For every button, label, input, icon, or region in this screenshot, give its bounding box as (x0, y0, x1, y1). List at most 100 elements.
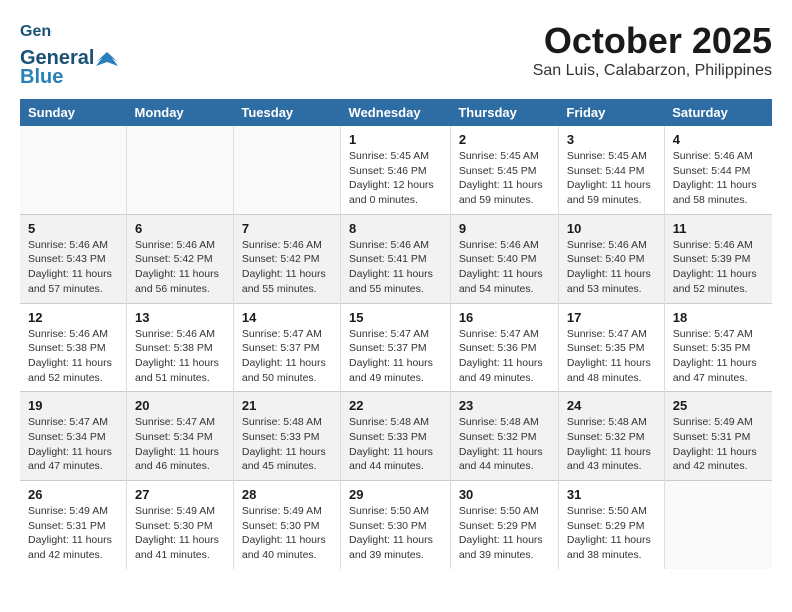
day-info: Sunrise: 5:46 AMSunset: 5:44 PMDaylight:… (673, 149, 764, 208)
day-info: Sunrise: 5:47 AMSunset: 5:35 PMDaylight:… (567, 327, 656, 386)
day-info: Sunrise: 5:47 AMSunset: 5:37 PMDaylight:… (349, 327, 442, 386)
day-info: Sunrise: 5:49 AMSunset: 5:30 PMDaylight:… (242, 504, 332, 563)
week-row-5: 26Sunrise: 5:49 AMSunset: 5:31 PMDayligh… (20, 481, 772, 569)
day-info: Sunrise: 5:49 AMSunset: 5:31 PMDaylight:… (673, 415, 764, 474)
day-info: Sunrise: 5:46 AMSunset: 5:38 PMDaylight:… (28, 327, 118, 386)
calendar-cell: 11 Sunrise: 5:46 AMSunset: 5:39 PMDayligh… (664, 214, 772, 303)
day-number: 12 (28, 310, 118, 325)
calendar-cell: 16Sunrise: 5:47 AMSunset: 5:36 PMDayligh… (450, 303, 558, 392)
day-info: Sunrise: 5:48 AMSunset: 5:33 PMDaylight:… (242, 415, 332, 474)
day-info: Sunrise: 5:48 AMSunset: 5:32 PMDaylight:… (567, 415, 656, 474)
calendar-cell: 10 Sunrise: 5:46 AMSunset: 5:40 PMDayligh… (558, 214, 664, 303)
day-info: Sunrise: 5:45 AMSunset: 5:45 PMDaylight:… (459, 149, 550, 208)
calendar-cell: 17Sunrise: 5:47 AMSunset: 5:35 PMDayligh… (558, 303, 664, 392)
logo-blue: Blue (20, 66, 63, 89)
calendar-cell: 13 Sunrise: 5:46 AMSunset: 5:38 PMDayligh… (127, 303, 234, 392)
calendar-cell: 2Sunrise: 5:45 AMSunset: 5:45 PMDaylight… (450, 126, 558, 214)
day-info: Sunrise: 5:50 AMSunset: 5:29 PMDaylight:… (567, 504, 656, 563)
calendar-cell: 4 Sunrise: 5:46 AMSunset: 5:44 PMDaylight… (664, 126, 772, 214)
calendar-cell: 7 Sunrise: 5:46 AMSunset: 5:42 PMDaylight… (233, 214, 340, 303)
day-number: 16 (459, 310, 550, 325)
day-number: 7 (242, 221, 332, 236)
day-info: Sunrise: 5:46 AMSunset: 5:40 PMDaylight:… (459, 238, 550, 297)
day-number: 22 (349, 398, 442, 413)
weekday-header-monday: Monday (127, 99, 234, 126)
day-number: 11 (673, 221, 764, 236)
day-number: 4 (673, 132, 764, 147)
calendar-cell: 24 Sunrise: 5:48 AMSunset: 5:32 PMDayligh… (558, 392, 664, 481)
calendar-cell: 1Sunrise: 5:45 AMSunset: 5:46 PMDaylight… (341, 126, 451, 214)
calendar-cell (664, 481, 772, 569)
weekday-header-saturday: Saturday (664, 99, 772, 126)
day-number: 5 (28, 221, 118, 236)
day-number: 3 (567, 132, 656, 147)
calendar-cell: 28 Sunrise: 5:49 AMSunset: 5:30 PMDayligh… (233, 481, 340, 569)
day-number: 8 (349, 221, 442, 236)
calendar-cell (20, 126, 127, 214)
logo-bird-icon (96, 48, 118, 70)
day-info: Sunrise: 5:46 AMSunset: 5:40 PMDaylight:… (567, 238, 656, 297)
day-number: 20 (135, 398, 225, 413)
logo: General General Blue (20, 20, 120, 89)
day-number: 14 (242, 310, 332, 325)
calendar-cell: 19 Sunrise: 5:47 AMSunset: 5:34 PMDayligh… (20, 392, 127, 481)
day-number: 30 (459, 487, 550, 502)
calendar-cell: 25 Sunrise: 5:49 AMSunset: 5:31 PMDayligh… (664, 392, 772, 481)
day-number: 23 (459, 398, 550, 413)
day-info: Sunrise: 5:46 AMSunset: 5:42 PMDaylight:… (242, 238, 332, 297)
calendar-cell: 15 Sunrise: 5:47 AMSunset: 5:37 PMDayligh… (341, 303, 451, 392)
week-row-2: 5Sunrise: 5:46 AMSunset: 5:43 PMDaylight… (20, 214, 772, 303)
calendar-cell: 18 Sunrise: 5:47 AMSunset: 5:35 PMDayligh… (664, 303, 772, 392)
day-number: 28 (242, 487, 332, 502)
day-info: Sunrise: 5:45 AMSunset: 5:44 PMDaylight:… (567, 149, 656, 208)
calendar-cell: 8 Sunrise: 5:46 AMSunset: 5:41 PMDaylight… (341, 214, 451, 303)
calendar-cell: 30Sunrise: 5:50 AMSunset: 5:29 PMDayligh… (450, 481, 558, 569)
day-info: Sunrise: 5:48 AMSunset: 5:33 PMDaylight:… (349, 415, 442, 474)
day-info: Sunrise: 5:49 AMSunset: 5:31 PMDaylight:… (28, 504, 118, 563)
day-info: Sunrise: 5:47 AMSunset: 5:35 PMDaylight:… (673, 327, 764, 386)
header: General General Blue October 2025 San Lu… (20, 20, 772, 89)
calendar-title: October 2025 (533, 20, 772, 62)
weekday-header-wednesday: Wednesday (341, 99, 451, 126)
svg-text:General: General (20, 23, 52, 40)
week-row-1: 1Sunrise: 5:45 AMSunset: 5:46 PMDaylight… (20, 126, 772, 214)
week-row-3: 12 Sunrise: 5:46 AMSunset: 5:38 PMDayligh… (20, 303, 772, 392)
day-info: Sunrise: 5:48 AMSunset: 5:32 PMDaylight:… (459, 415, 550, 474)
day-number: 15 (349, 310, 442, 325)
title-area: October 2025 San Luis, Calabarzon, Phili… (533, 20, 772, 80)
calendar-cell: 6Sunrise: 5:46 AMSunset: 5:42 PMDaylight… (127, 214, 234, 303)
calendar-cell: 5Sunrise: 5:46 AMSunset: 5:43 PMDaylight… (20, 214, 127, 303)
day-number: 29 (349, 487, 442, 502)
week-row-4: 19 Sunrise: 5:47 AMSunset: 5:34 PMDayligh… (20, 392, 772, 481)
calendar-subtitle: San Luis, Calabarzon, Philippines (533, 62, 772, 80)
weekday-header-friday: Friday (558, 99, 664, 126)
day-info: Sunrise: 5:46 AMSunset: 5:38 PMDaylight:… (135, 327, 225, 386)
day-number: 24 (567, 398, 656, 413)
weekday-header-sunday: Sunday (20, 99, 127, 126)
calendar-cell: 14Sunrise: 5:47 AMSunset: 5:37 PMDayligh… (233, 303, 340, 392)
day-number: 13 (135, 310, 225, 325)
calendar-cell: 27Sunrise: 5:49 AMSunset: 5:30 PMDayligh… (127, 481, 234, 569)
calendar-cell: 20 Sunrise: 5:47 AMSunset: 5:34 PMDayligh… (127, 392, 234, 481)
day-number: 21 (242, 398, 332, 413)
calendar-table: SundayMondayTuesdayWednesdayThursdayFrid… (20, 99, 772, 569)
logo-icon: General (20, 20, 52, 47)
day-number: 18 (673, 310, 764, 325)
calendar-cell: 21 Sunrise: 5:48 AMSunset: 5:33 PMDayligh… (233, 392, 340, 481)
calendar-cell: 3 Sunrise: 5:45 AMSunset: 5:44 PMDaylight… (558, 126, 664, 214)
day-info: Sunrise: 5:46 AMSunset: 5:41 PMDaylight:… (349, 238, 442, 297)
calendar-cell (233, 126, 340, 214)
day-number: 25 (673, 398, 764, 413)
day-number: 10 (567, 221, 656, 236)
day-number: 31 (567, 487, 656, 502)
day-number: 19 (28, 398, 118, 413)
calendar-cell: 29Sunrise: 5:50 AMSunset: 5:30 PMDayligh… (341, 481, 451, 569)
day-info: Sunrise: 5:45 AMSunset: 5:46 PMDaylight:… (349, 149, 442, 208)
weekday-header-row: SundayMondayTuesdayWednesdayThursdayFrid… (20, 99, 772, 126)
day-info: Sunrise: 5:47 AMSunset: 5:34 PMDaylight:… (135, 415, 225, 474)
day-number: 9 (459, 221, 550, 236)
day-info: Sunrise: 5:49 AMSunset: 5:30 PMDaylight:… (135, 504, 225, 563)
day-info: Sunrise: 5:47 AMSunset: 5:34 PMDaylight:… (28, 415, 118, 474)
weekday-header-tuesday: Tuesday (233, 99, 340, 126)
day-info: Sunrise: 5:46 AMSunset: 5:39 PMDaylight:… (673, 238, 764, 297)
